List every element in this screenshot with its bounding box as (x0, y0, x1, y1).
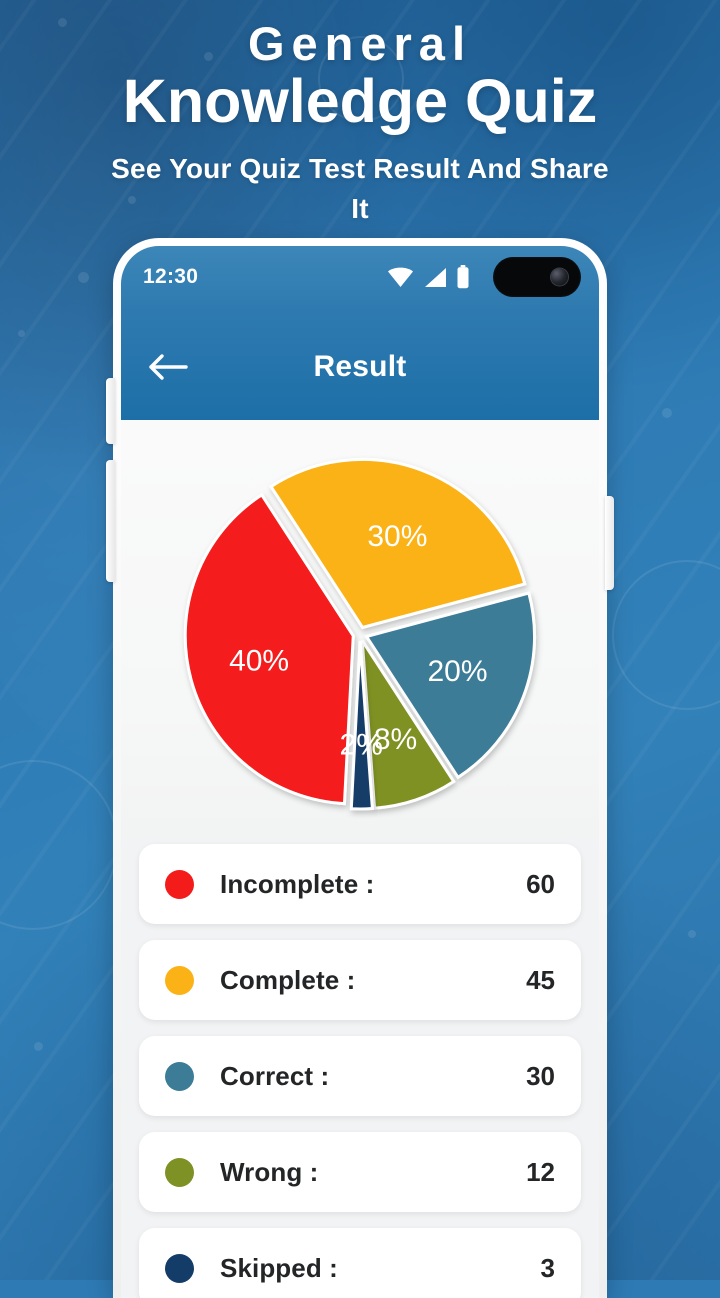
result-list: Incomplete : 60 Complete : 45 Correct : 30 Wro… (121, 838, 599, 1298)
wifi-icon (388, 267, 413, 287)
result-color-dot (165, 965, 194, 995)
status-bar-clock: 12:30 (143, 265, 199, 288)
result-row-value: 30 (526, 1060, 555, 1091)
result-color-dot (165, 1061, 194, 1091)
result-color-dot (165, 869, 194, 899)
background-dot (688, 930, 696, 938)
result-row-value: 45 (526, 964, 555, 995)
background-dot (662, 408, 672, 418)
battery-icon (457, 265, 469, 289)
result-row-value: 3 (540, 1252, 555, 1283)
promo-header: General Knowledge Quiz See Your Quiz Tes… (0, 0, 720, 229)
background-dot (18, 330, 25, 337)
result-row-value: 12 (526, 1156, 555, 1187)
promo-title-line1: General (247, 17, 473, 70)
result-row[interactable]: Complete : 45 (139, 940, 581, 1020)
pie-chart-svg: 40%30%20%8%2% (183, 457, 537, 811)
pie-slice-label-correct: 20% (427, 655, 487, 688)
promo-subtitle: See Your Quiz Test Result And Share It (111, 153, 609, 225)
chart-area: 40% 30% 20% 8% 2% (121, 420, 599, 838)
pie-slice-label-incomplete: 40% (229, 645, 289, 678)
result-row[interactable]: Wrong : 12 (139, 1132, 581, 1212)
status-bar-icons (387, 257, 581, 297)
result-row-label: Correct : (220, 1060, 330, 1091)
volume-down-button[interactable] (106, 460, 115, 582)
result-color-dot (165, 1253, 194, 1283)
result-row-label: Incomplete : (220, 868, 375, 899)
pie-slice-label-skipped: 2% (340, 729, 383, 762)
background-dot (78, 272, 89, 283)
phone-mockup: 12:30 Result 40% 30% 20% 8% 2% Incomplet… (106, 238, 614, 1298)
front-camera-lens (551, 268, 568, 286)
promo-title-line2: Knowledge Quiz (122, 67, 598, 136)
volume-up-button[interactable] (106, 378, 115, 444)
status-bar: 12:30 (121, 246, 599, 308)
pie-slice-label-complete: 30% (367, 520, 427, 553)
cellular-signal-icon (425, 267, 446, 287)
power-button[interactable] (605, 496, 614, 590)
result-row-label: Skipped : (220, 1252, 338, 1283)
page-title: Result (313, 350, 407, 383)
front-camera-cutout (493, 257, 581, 297)
back-button[interactable] (145, 344, 191, 390)
app-bar: 12:30 Result (121, 246, 599, 420)
result-row[interactable]: Incomplete : 60 (139, 844, 581, 924)
phone-screen: 12:30 Result 40% 30% 20% 8% 2% Incomplet… (121, 246, 599, 1298)
pie-chart: 40% 30% 20% 8% 2% (160, 438, 560, 830)
result-row-value: 60 (526, 868, 555, 899)
result-color-dot (165, 1157, 194, 1187)
app-bar-row: Result (121, 314, 599, 420)
background-dot (34, 1042, 43, 1051)
result-row-label: Wrong : (220, 1156, 319, 1187)
result-row-label: Complete : (220, 964, 356, 995)
result-row[interactable]: Skipped : 3 (139, 1228, 581, 1298)
result-row[interactable]: Correct : 30 (139, 1036, 581, 1116)
arrow-left-icon (149, 354, 188, 380)
